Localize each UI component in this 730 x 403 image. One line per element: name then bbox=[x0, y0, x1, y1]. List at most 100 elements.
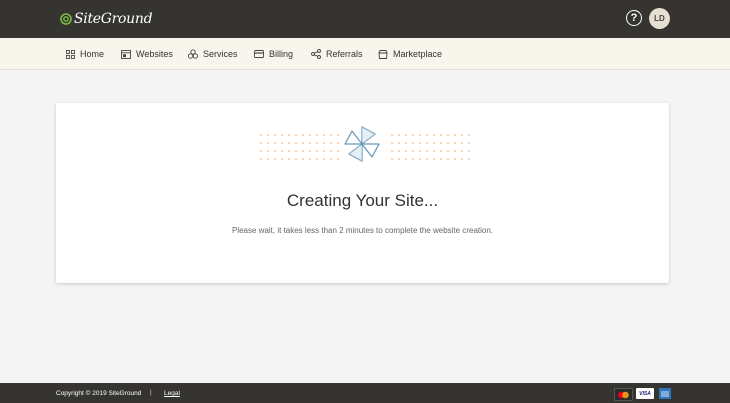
pattern-dot bbox=[309, 142, 311, 144]
pattern-dot bbox=[426, 142, 428, 144]
page-title: Creating Your Site... bbox=[286, 191, 439, 210]
pattern-dot bbox=[447, 150, 449, 152]
pattern-dot bbox=[295, 158, 297, 160]
pattern-dot bbox=[433, 134, 435, 136]
nav-item-services[interactable]: Services bbox=[188, 38, 238, 70]
pattern-dot bbox=[330, 142, 332, 144]
pattern-dot bbox=[468, 150, 470, 152]
pattern-dot bbox=[454, 142, 456, 144]
copyright-text: Copyright © 2019 SiteGround bbox=[56, 390, 142, 397]
pattern-dot bbox=[454, 134, 456, 136]
pattern-dot bbox=[267, 142, 269, 144]
pattern-dot bbox=[260, 158, 262, 160]
pattern-dot bbox=[405, 150, 407, 152]
pattern-dot bbox=[316, 134, 318, 136]
pattern-dot bbox=[316, 150, 318, 152]
nav-item-home[interactable]: Home bbox=[66, 38, 104, 70]
pattern-dot bbox=[398, 142, 400, 144]
share-icon bbox=[311, 49, 321, 59]
nav-label: Billing bbox=[269, 49, 294, 59]
pattern-dot bbox=[288, 142, 290, 144]
pinwheel-icon bbox=[344, 126, 380, 162]
pattern-dot bbox=[426, 134, 428, 136]
pattern-dot bbox=[274, 158, 276, 160]
pattern-dot bbox=[337, 150, 339, 152]
top-header: SiteGround ? LD bbox=[0, 0, 730, 38]
pattern-dot bbox=[447, 142, 449, 144]
pattern-dot bbox=[330, 134, 332, 136]
pattern-dot bbox=[461, 134, 463, 136]
nav-item-billing[interactable]: Billing bbox=[254, 38, 293, 70]
user-avatar[interactable]: LD bbox=[649, 8, 670, 29]
siteground-logo-icon bbox=[60, 13, 72, 25]
pattern-dot bbox=[281, 134, 283, 136]
pattern-dot bbox=[398, 158, 400, 160]
pattern-dot bbox=[309, 158, 311, 160]
pattern-dot bbox=[302, 142, 304, 144]
pattern-dot bbox=[323, 158, 325, 160]
amex-icon bbox=[659, 388, 671, 399]
pattern-dot bbox=[309, 134, 311, 136]
legal-link[interactable]: Legal bbox=[164, 390, 180, 397]
pattern-dot bbox=[330, 158, 332, 160]
pattern-dot bbox=[426, 150, 428, 152]
dot-pattern-right bbox=[391, 134, 470, 160]
pattern-dot bbox=[323, 134, 325, 136]
pattern-dot bbox=[309, 150, 311, 152]
pattern-dot bbox=[337, 158, 339, 160]
nav-label: Websites bbox=[136, 49, 173, 59]
billing-icon bbox=[254, 50, 264, 58]
nav-label: Services bbox=[203, 49, 238, 59]
pattern-dot bbox=[391, 142, 393, 144]
pattern-dot bbox=[440, 134, 442, 136]
pattern-dot bbox=[302, 134, 304, 136]
visa-icon: VISA bbox=[636, 388, 654, 399]
pattern-dot bbox=[433, 150, 435, 152]
pattern-dot bbox=[267, 150, 269, 152]
pattern-dot bbox=[433, 142, 435, 144]
pattern-dot bbox=[288, 134, 290, 136]
nav-item-websites[interactable]: Websites bbox=[121, 38, 173, 70]
pattern-dot bbox=[412, 134, 414, 136]
pattern-dot bbox=[468, 158, 470, 160]
pattern-dot bbox=[295, 142, 297, 144]
pattern-dot bbox=[440, 142, 442, 144]
nav-label: Referrals bbox=[326, 49, 363, 59]
pattern-dot bbox=[405, 134, 407, 136]
nav-label: Marketplace bbox=[393, 49, 443, 59]
pattern-dot bbox=[447, 134, 449, 136]
pattern-dot bbox=[405, 142, 407, 144]
pattern-dot bbox=[461, 150, 463, 152]
footer: Copyright © 2019 SiteGround | Legal VISA bbox=[0, 383, 730, 403]
pattern-dot bbox=[295, 150, 297, 152]
pattern-dot bbox=[267, 158, 269, 160]
help-icon[interactable]: ? bbox=[626, 10, 642, 26]
pattern-dot bbox=[274, 150, 276, 152]
mastercard-icon bbox=[614, 388, 633, 401]
pattern-dot bbox=[316, 158, 318, 160]
pattern-dot bbox=[412, 142, 414, 144]
main-nav: Home Websites Services Billing Referrals… bbox=[0, 38, 730, 70]
pattern-dot bbox=[461, 158, 463, 160]
pattern-dot bbox=[461, 142, 463, 144]
services-icon bbox=[188, 49, 198, 59]
pattern-dot bbox=[288, 150, 290, 152]
nav-item-marketplace[interactable]: Marketplace bbox=[378, 38, 442, 70]
pattern-dot bbox=[260, 134, 262, 136]
siteground-logo[interactable]: SiteGround bbox=[60, 9, 153, 29]
pattern-dot bbox=[468, 134, 470, 136]
pattern-dot bbox=[274, 134, 276, 136]
pattern-dot bbox=[419, 150, 421, 152]
pattern-dot bbox=[260, 142, 262, 144]
pattern-dot bbox=[419, 142, 421, 144]
pattern-dot bbox=[391, 158, 393, 160]
pattern-dot bbox=[468, 142, 470, 144]
pattern-dot bbox=[412, 150, 414, 152]
nav-item-referrals[interactable]: Referrals bbox=[311, 38, 363, 70]
pattern-dot bbox=[281, 158, 283, 160]
grid-icon bbox=[66, 49, 75, 59]
pattern-dot bbox=[260, 150, 262, 152]
pattern-dot bbox=[288, 158, 290, 160]
pattern-dot bbox=[274, 142, 276, 144]
pattern-dot bbox=[391, 134, 393, 136]
